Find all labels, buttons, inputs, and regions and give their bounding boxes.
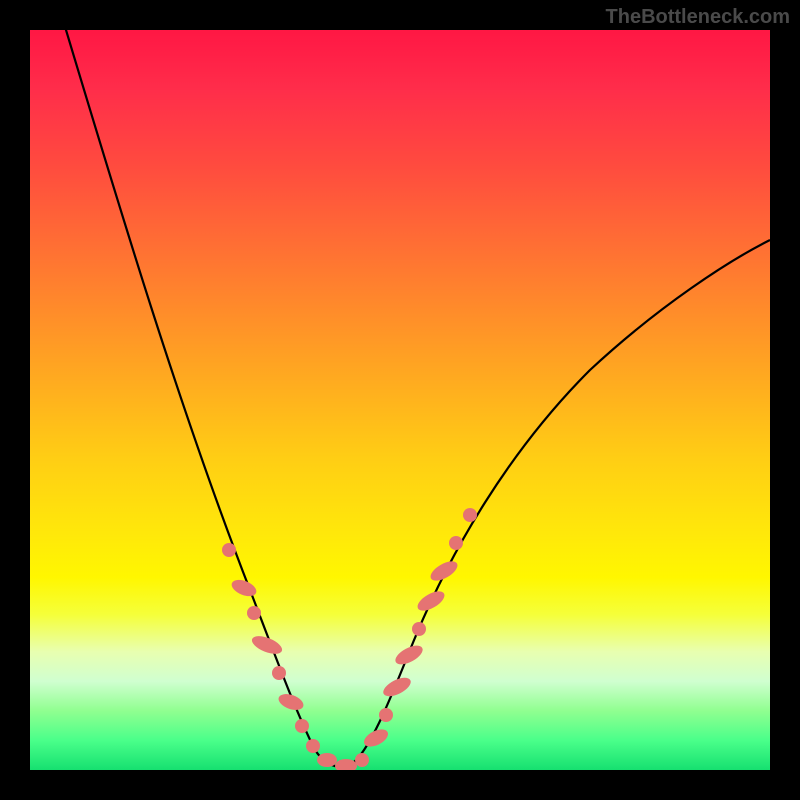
plot-area bbox=[30, 30, 770, 770]
gradient-background bbox=[30, 30, 770, 770]
watermark-text: TheBottleneck.com bbox=[606, 6, 790, 29]
